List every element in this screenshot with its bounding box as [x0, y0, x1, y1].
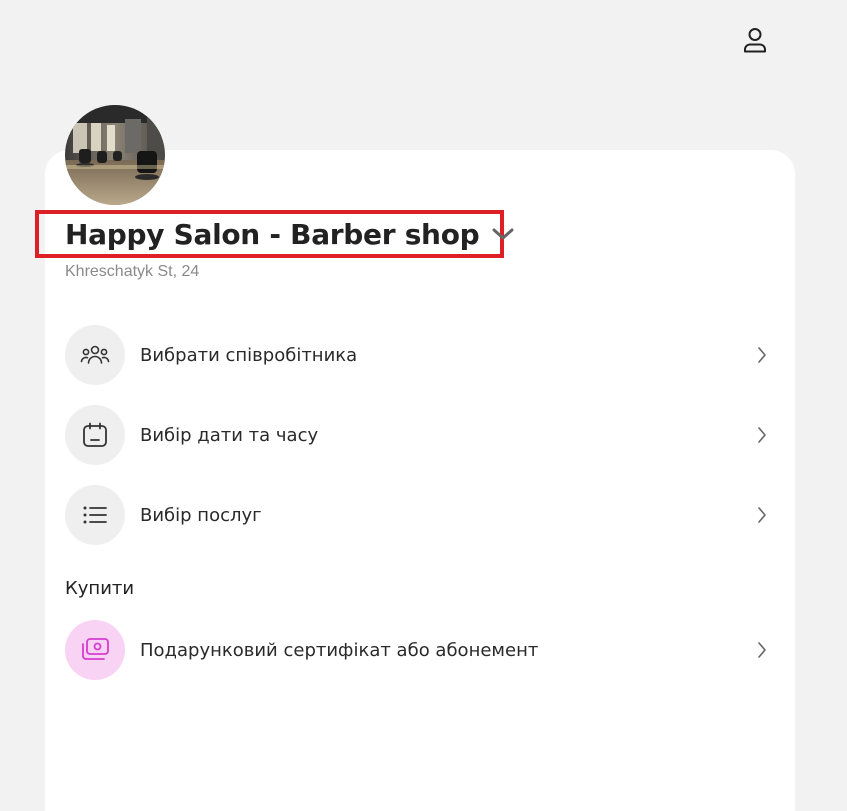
menu-item-select-staff[interactable]: Вибрати співробітника [65, 324, 780, 386]
menu-item-label: Вибрати співробітника [140, 344, 358, 366]
chevron-right-icon [754, 347, 770, 363]
buy-section-title: Купити [65, 578, 135, 599]
users-icon [65, 325, 125, 385]
calendar-icon [65, 405, 125, 465]
menu-item-select-services[interactable]: Вибір послуг [65, 484, 780, 546]
menu-item-select-datetime[interactable]: Вибір дати та часу [65, 404, 780, 466]
chevron-right-icon [754, 642, 770, 658]
menu-item-label: Вибір послуг [140, 504, 262, 526]
gift-certificate-icon [65, 620, 125, 680]
salon-selector[interactable]: Happy Salon - Barber shop [35, 210, 514, 258]
list-icon [65, 485, 125, 545]
menu-item-label: Подарунковий сертифікат або абонемент [140, 639, 539, 661]
salon-address: Khreschatyk St, 24 [65, 263, 200, 280]
menu-item-label: Вибір дати та часу [140, 424, 319, 446]
chevron-down-icon [491, 227, 515, 241]
user-icon [744, 28, 766, 53]
menu-item-gift-certificate[interactable]: Подарунковий сертифікат або абонемент [65, 619, 780, 681]
salon-avatar [65, 105, 165, 205]
chevron-right-icon [754, 507, 770, 523]
chevron-right-icon [754, 427, 770, 443]
salon-name: Happy Salon - Barber shop [65, 217, 480, 251]
profile-button[interactable] [738, 23, 772, 57]
booking-page: Happy Salon - Barber shop Khreschatyk St… [0, 0, 847, 811]
